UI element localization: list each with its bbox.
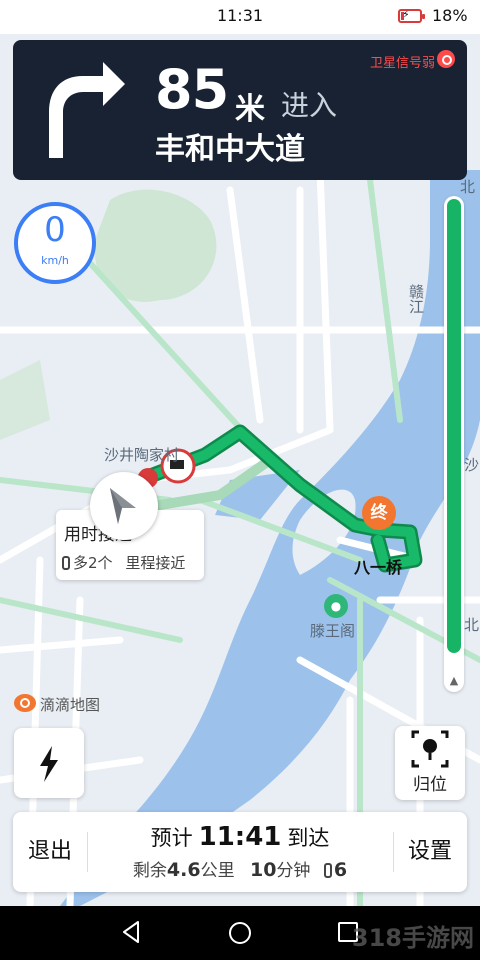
battery-percent: 18% bbox=[432, 6, 468, 25]
eta-line: 预计 11:41 到达 bbox=[89, 822, 391, 852]
guidance-panel: 85 米 进入 丰和中大道 卫星信号弱 bbox=[13, 40, 467, 180]
trip-summary-bar: 退出 预计 11:41 到达 剩余4.6公里 10分钟 6 设置 bbox=[13, 812, 467, 892]
map-label-sha: 沙 bbox=[464, 456, 480, 474]
map-label-tengwang: 滕王阁 bbox=[310, 622, 356, 640]
map-label-bei: 北 bbox=[464, 616, 480, 634]
speed-unit: km/h bbox=[41, 254, 69, 267]
eta-prefix: 预计 bbox=[150, 826, 193, 850]
exit-button[interactable]: 退出 bbox=[13, 812, 87, 892]
satellite-icon bbox=[437, 50, 455, 68]
remaining-distance: 4.6 bbox=[166, 859, 201, 881]
traffic-light-icon bbox=[323, 863, 332, 878]
guidance-unit: 米 bbox=[235, 92, 265, 127]
remaining-line: 剩余4.6公里 10分钟 6 bbox=[89, 856, 391, 881]
remaining-prefix: 剩余 bbox=[132, 861, 167, 881]
navigation-arrow-icon bbox=[110, 488, 136, 524]
route-progress-fill bbox=[447, 199, 461, 653]
minutes-unit: 分钟 bbox=[276, 861, 311, 881]
eta-time: 11:41 bbox=[198, 822, 282, 852]
poi-pin-icon[interactable]: ● bbox=[324, 594, 348, 618]
didi-logo-icon bbox=[14, 694, 36, 712]
bubble-lights: 多2个 bbox=[73, 554, 113, 572]
traffic-light-icon bbox=[62, 556, 70, 570]
current-position-icon: ▲ bbox=[449, 674, 459, 687]
car-position-marker bbox=[90, 472, 158, 540]
divider-left bbox=[87, 832, 88, 872]
gps-warning: 卫星信号弱 bbox=[369, 56, 435, 71]
route-progress-bar: ▲ bbox=[444, 196, 464, 692]
settings-button[interactable]: 设置 bbox=[393, 812, 467, 892]
turn-right-arrow-icon bbox=[49, 62, 125, 158]
lightning-icon bbox=[40, 746, 58, 782]
map-label-ganjiang: 赣江 bbox=[407, 284, 425, 314]
battery-level bbox=[401, 12, 404, 20]
distance-unit: 公里 bbox=[200, 861, 235, 881]
back-icon[interactable] bbox=[120, 920, 144, 944]
home-icon[interactable] bbox=[229, 922, 251, 944]
traffic-light-count: 6 bbox=[333, 859, 348, 881]
map-label-shajing: 沙井陶家村 bbox=[104, 446, 180, 464]
status-bar: 11:31 ⚡ 18% bbox=[0, 0, 480, 34]
guidance-road-name: 丰和中大道 bbox=[155, 132, 305, 167]
speed-value: 0 bbox=[44, 210, 66, 250]
remaining-minutes: 10 bbox=[249, 859, 277, 881]
recenter-icon bbox=[411, 730, 449, 768]
destination-marker[interactable]: 终 bbox=[362, 496, 396, 530]
recenter-label: 归位 bbox=[413, 775, 447, 795]
bubble-subtitle: 多2个 里程接近 bbox=[62, 552, 185, 573]
park-area-2 bbox=[0, 360, 50, 440]
guidance-action: 进入 bbox=[281, 89, 338, 122]
guidance-distance: 85 bbox=[155, 58, 229, 121]
bubble-distance-note: 里程接近 bbox=[125, 554, 186, 572]
lightning-button[interactable] bbox=[14, 728, 84, 798]
battery-icon bbox=[398, 9, 425, 23]
map-label-bayi-bridge: 八一桥 bbox=[354, 558, 403, 577]
watermark: 318手游网 bbox=[351, 924, 474, 952]
map-attribution: 滴滴地图 bbox=[40, 696, 101, 714]
eta-suffix: 到达 bbox=[287, 826, 330, 850]
system-nav-bar: 318手游网 bbox=[0, 906, 480, 960]
recenter-button[interactable]: 归位 bbox=[395, 726, 465, 800]
speedometer: 0 km/h bbox=[14, 202, 96, 284]
